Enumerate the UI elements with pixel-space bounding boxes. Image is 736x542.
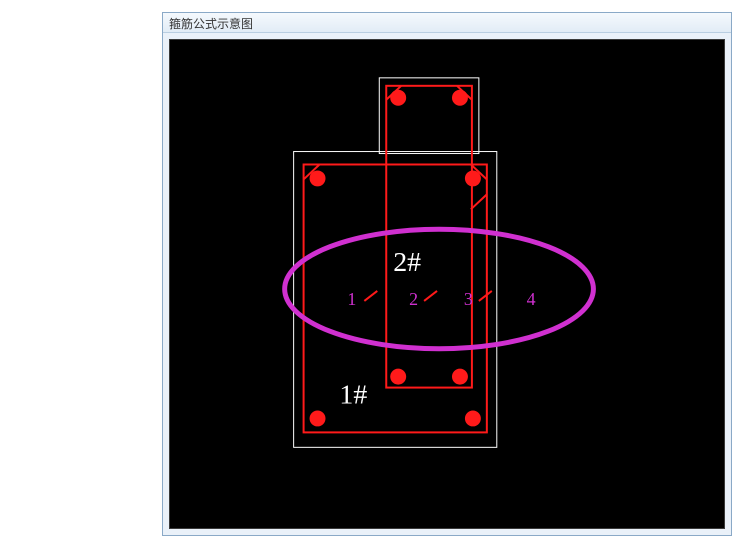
rebar-dot: [465, 170, 481, 186]
section-1-stirrup: [304, 164, 487, 432]
section-2-stirrup: [386, 86, 472, 388]
highlight-ellipse: [285, 229, 594, 349]
diagram-panel: 箍筋公式示意图: [162, 12, 732, 536]
label-point-3: 3: [464, 289, 473, 309]
rebar-dot: [452, 369, 468, 385]
rebar-dot: [390, 369, 406, 385]
rebar-dot: [310, 170, 326, 186]
section-2-outline: [379, 78, 479, 154]
label-section-1: 1#: [339, 380, 367, 411]
rebar-dot: [310, 410, 326, 426]
label-point-2: 2: [409, 289, 418, 309]
rebar-dot: [390, 90, 406, 106]
rebar-dot: [452, 90, 468, 106]
label-point-4: 4: [527, 289, 536, 309]
diagram-canvas: 2# 1# 1 2 3 4: [169, 39, 725, 529]
diagram-svg: 2# 1# 1 2 3 4: [170, 40, 724, 528]
rebar-dot: [465, 410, 481, 426]
label-point-1: 1: [347, 289, 356, 309]
panel-title: 箍筋公式示意图: [163, 13, 731, 33]
label-section-2: 2#: [393, 247, 421, 278]
